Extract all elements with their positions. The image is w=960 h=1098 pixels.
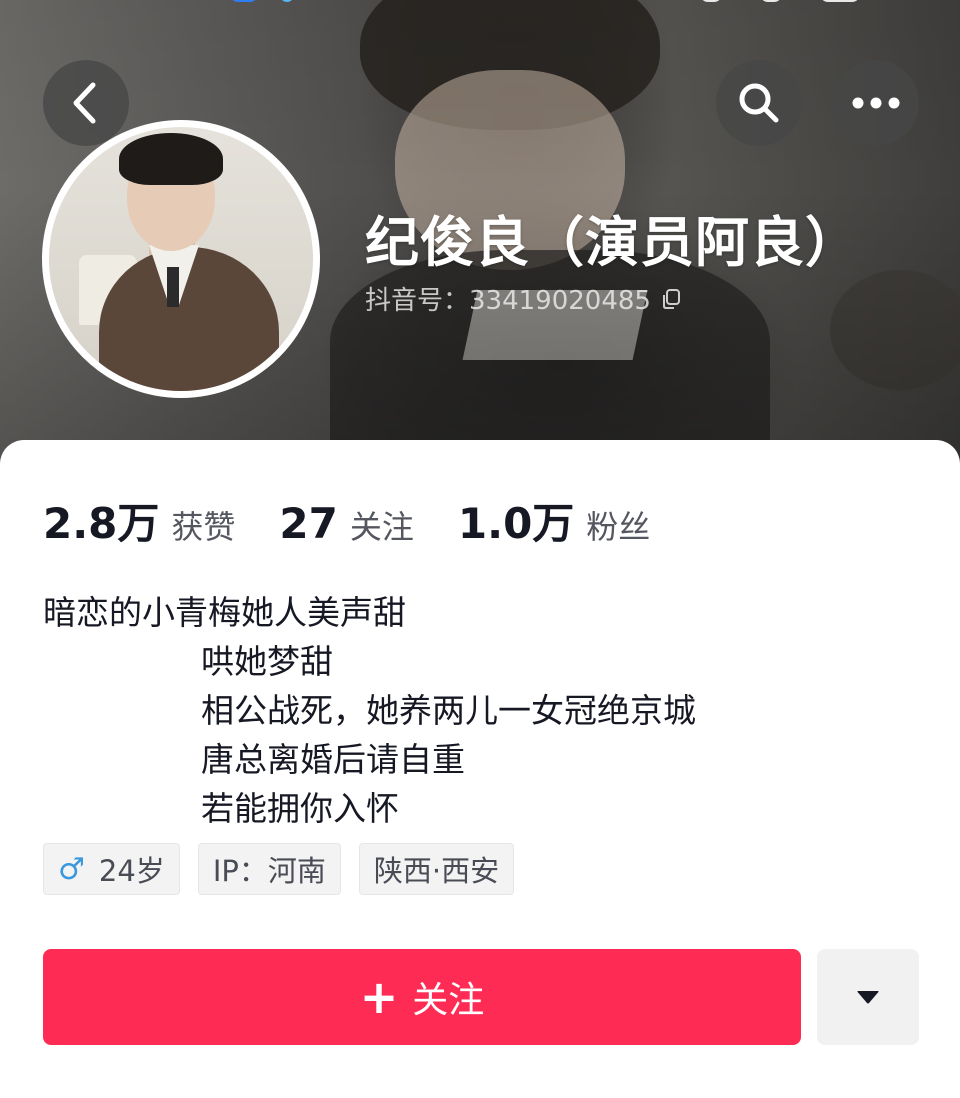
stat-followers-label: 粉丝 [586, 508, 651, 546]
stat-likes-label: 获赞 [171, 508, 236, 546]
stat-following-label: 关注 [349, 508, 414, 546]
status-icon [280, 0, 294, 2]
plus-icon: + [359, 970, 399, 1024]
stat-following[interactable]: 27 关注 [279, 499, 413, 548]
bio-line: 若能拥你入怀 [201, 789, 399, 828]
bio: 暗恋的小青梅她人美声甜 哄她梦甜 相公战死，她养两儿一女冠绝京城 唐总离婚后请自… [43, 588, 696, 833]
avatar-hair [119, 133, 223, 185]
profile-name: 纪俊良（演员阿良） [365, 211, 860, 274]
follow-button-label: 关注 [412, 980, 485, 1021]
stat-followers-value: 1.0万 [457, 499, 575, 548]
recommend-dropdown-button[interactable] [817, 949, 919, 1045]
male-icon: ♂ [58, 851, 85, 887]
status-icon [700, 0, 722, 2]
status-bar [0, 0, 960, 12]
copy-icon[interactable] [659, 287, 683, 311]
follow-button[interactable]: + 关注 [43, 949, 801, 1045]
ip-text: IP：河南 [212, 854, 326, 888]
status-icon [760, 0, 782, 2]
location-tag[interactable]: 陕西·西安 [358, 843, 515, 895]
age-text: 24岁 [98, 854, 165, 888]
battery-icon [820, 0, 860, 2]
avatar-tie [167, 267, 179, 307]
stat-likes[interactable]: 2.8万 获赞 [43, 490, 235, 551]
search-button[interactable] [716, 60, 802, 146]
bio-line: 暗恋的小青梅她人美声甜 [43, 593, 406, 632]
location-text: 陕西·西安 [373, 854, 500, 888]
back-button[interactable] [43, 60, 129, 146]
search-icon [739, 83, 779, 123]
bio-line: 相公战死，她养两儿一女冠绝京城 [201, 691, 696, 730]
ip-tag: IP：河南 [197, 843, 341, 895]
douyin-id[interactable]: 抖音号：33419020485 [365, 280, 683, 317]
stat-followers[interactable]: 1.0万 粉丝 [458, 490, 650, 551]
stat-likes-value: 2.8万 [43, 499, 160, 548]
bio-line: 唐总离婚后请自重 [201, 740, 465, 779]
caret-down-icon [857, 991, 879, 1004]
tags-row: ♂ 24岁 IP：河南 陕西·西安 [43, 843, 532, 895]
chevron-left-icon [73, 82, 96, 124]
age-tag: ♂ 24岁 [43, 843, 180, 895]
douyin-id-text: 抖音号：33419020485 [365, 286, 651, 316]
status-icon [230, 0, 258, 2]
more-button[interactable] [833, 60, 919, 146]
bio-line: 哄她梦甜 [201, 642, 333, 681]
stat-following-value: 27 [279, 499, 338, 548]
stats-row: 2.8万 获赞 27 关注 1.0万 粉丝 [43, 490, 694, 551]
more-horizontal-icon [852, 97, 900, 109]
avatar[interactable] [42, 120, 320, 398]
